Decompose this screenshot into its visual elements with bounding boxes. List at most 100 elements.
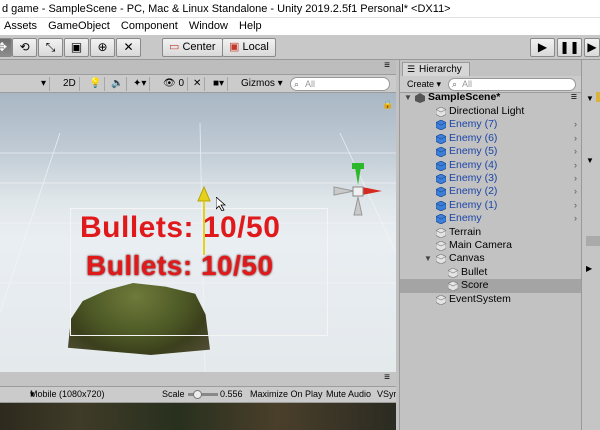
hierarchy-item[interactable]: Enemy (6) › bbox=[400, 132, 581, 145]
hierarchy-item[interactable]: EventSystem bbox=[400, 293, 581, 306]
hierarchy-search-input[interactable]: ⌕ All bbox=[448, 78, 576, 91]
audio-toggle[interactable]: 🔈 bbox=[108, 77, 128, 91]
mode-2d-toggle[interactable]: 2D bbox=[60, 77, 80, 91]
scene-root-row[interactable]: ▼ SampleScene* ≡ bbox=[400, 91, 581, 104]
prefab-cube-icon bbox=[436, 133, 446, 144]
mute-audio-toggle[interactable]: Mute Audio bbox=[326, 387, 371, 402]
hierarchy-item[interactable]: Main Camera bbox=[400, 239, 581, 252]
hierarchy-item[interactable]: Enemy › bbox=[400, 212, 581, 225]
rect-icon: ▣ bbox=[70, 40, 83, 54]
hierarchy-item[interactable]: Enemy (7) › bbox=[400, 118, 581, 131]
hierarchy-item-label: Directional Light bbox=[449, 105, 525, 117]
rect-tool-button[interactable]: ▣ bbox=[64, 38, 89, 57]
prefab-open-arrow-icon[interactable]: › bbox=[574, 212, 577, 225]
hierarchy-item-label: Enemy (6) bbox=[449, 131, 498, 144]
hierarchy-tab-label: Hierarchy bbox=[419, 64, 462, 75]
hidden-objects-toggle[interactable]: 👁 0 bbox=[160, 77, 189, 91]
pivot-center-button[interactable]: ▭ Center bbox=[162, 38, 223, 57]
space-local-label: Local bbox=[242, 41, 269, 53]
prefab-open-arrow-icon[interactable]: › bbox=[574, 159, 577, 172]
tab-hierarchy[interactable]: ☰ Hierarchy bbox=[402, 62, 470, 76]
hierarchy-item[interactable]: ▼ Canvas bbox=[400, 252, 581, 265]
resolution-label: Mobile (1080x720) bbox=[30, 389, 105, 399]
step-button[interactable]: ▶ bbox=[584, 38, 600, 57]
prefab-open-arrow-icon[interactable]: › bbox=[574, 172, 577, 185]
hierarchy-list-icon: ☰ bbox=[407, 64, 416, 74]
score-text-label: Bullets: 10/50 bbox=[86, 250, 274, 281]
effects-toggle[interactable]: ✦▾ bbox=[130, 77, 151, 91]
play-icon: ▶ bbox=[537, 40, 548, 54]
expand-triangle-icon[interactable]: ▼ bbox=[404, 91, 412, 104]
hierarchy-item[interactable]: Bullet bbox=[400, 266, 581, 279]
scene-lock-icon[interactable]: 🔒 bbox=[382, 99, 393, 110]
hierarchy-item-label: Enemy (5) bbox=[449, 145, 498, 158]
create-dropdown[interactable]: Create ▾ bbox=[404, 78, 444, 91]
hierarchy-item-label: Enemy (4) bbox=[449, 158, 498, 171]
scale-tool-button[interactable]: ⤡ bbox=[38, 38, 63, 57]
stats-toggle[interactable]: VSyr bbox=[377, 387, 396, 402]
custom-tool-button[interactable]: ✕ bbox=[116, 38, 141, 57]
project-arrow-icon-2[interactable]: ▶ bbox=[586, 264, 592, 273]
gameobject-cube-icon bbox=[436, 254, 446, 265]
scene-search-input[interactable]: ⌕ All bbox=[290, 77, 390, 91]
gizmos-label: Gizmos bbox=[241, 78, 275, 89]
speaker-icon: 🔈 bbox=[111, 78, 124, 89]
gizmos-dropdown[interactable]: Gizmos ▾ bbox=[238, 77, 286, 91]
rotate-tool-button[interactable]: ⟲ bbox=[12, 38, 37, 57]
prefab-open-arrow-icon[interactable]: › bbox=[574, 199, 577, 212]
hierarchy-item[interactable]: Terrain bbox=[400, 226, 581, 239]
hierarchy-item[interactable]: Enemy (4) › bbox=[400, 159, 581, 172]
hierarchy-item[interactable]: Score bbox=[400, 279, 581, 293]
menu-window[interactable]: Window bbox=[185, 18, 232, 35]
resolution-dropdown[interactable]: Mobile (1080x720) ▾ bbox=[30, 387, 105, 402]
camera-dropdown[interactable]: ■▾ bbox=[210, 77, 229, 91]
hierarchy-item-label: EventSystem bbox=[449, 292, 511, 305]
space-local-button[interactable]: ▣ Local bbox=[222, 38, 276, 57]
hidden-count: 0 bbox=[178, 78, 185, 89]
project-arrow-icon-1[interactable]: ▼ bbox=[586, 156, 594, 165]
menu-help[interactable]: Help bbox=[235, 18, 266, 35]
transform-icon: ⊕ bbox=[97, 40, 108, 54]
eye-icon: 👁 bbox=[163, 78, 176, 89]
scene-viewport[interactable]: Bullets: 10/50 Bullets: 10/50 🔒 bbox=[0, 93, 396, 372]
prefab-cube-icon bbox=[436, 160, 446, 171]
prefab-open-arrow-icon[interactable]: › bbox=[574, 185, 577, 198]
game-viewport[interactable] bbox=[0, 403, 396, 430]
transform-tool-button[interactable]: ⊕ bbox=[90, 38, 115, 57]
hierarchy-item[interactable]: Directional Light bbox=[400, 105, 581, 118]
scene-panel: ≡ ▾ 2D 💡 🔈 ✦▾ 👁 0 ✕ ■▾ Gizmos ▾ ⌕ All Bu… bbox=[0, 60, 396, 372]
panel-menu-icon[interactable]: ≡ bbox=[384, 60, 390, 71]
shading-dropdown[interactable]: ▾ bbox=[38, 77, 51, 91]
hierarchy-item[interactable]: Enemy (2) › bbox=[400, 185, 581, 198]
maximize-on-play-toggle[interactable]: Maximize On Play bbox=[250, 387, 323, 402]
hierarchy-item[interactable]: Enemy (5) › bbox=[400, 145, 581, 158]
move-tool-button[interactable]: ✥ bbox=[0, 38, 12, 57]
game-panel-menu-icon[interactable]: ≡ bbox=[384, 372, 390, 383]
prefab-cube-icon bbox=[436, 147, 446, 158]
prefab-open-arrow-icon[interactable]: › bbox=[574, 145, 577, 158]
hierarchy-item[interactable]: Enemy (3) › bbox=[400, 172, 581, 185]
prefab-open-arrow-icon[interactable]: › bbox=[574, 118, 577, 131]
grid-tools-button[interactable]: ✕ bbox=[190, 77, 206, 91]
menu-gameobject[interactable]: GameObject bbox=[44, 18, 114, 35]
move-handle-icon[interactable] bbox=[196, 185, 212, 255]
expand-triangle-icon[interactable]: ▼ bbox=[424, 252, 432, 265]
project-expand-triangle-icon[interactable]: ▼ bbox=[586, 94, 594, 103]
lighting-toggle[interactable]: 💡 bbox=[86, 77, 106, 91]
scale-slider-thumb[interactable] bbox=[193, 390, 202, 399]
menu-component[interactable]: Component bbox=[117, 18, 182, 35]
gameobject-cube-icon bbox=[436, 241, 446, 251]
scene-tab-strip: ≡ bbox=[0, 60, 396, 75]
prefab-cube-icon bbox=[436, 174, 446, 184]
prefab-open-arrow-icon[interactable]: › bbox=[574, 132, 577, 145]
hierarchy-item[interactable]: Enemy (1) › bbox=[400, 199, 581, 212]
project-scrollbar[interactable] bbox=[586, 236, 600, 246]
play-button[interactable]: ▶ bbox=[530, 38, 555, 57]
orientation-gizmo-icon[interactable] bbox=[330, 163, 384, 217]
scale-label: Scale bbox=[162, 389, 185, 399]
pause-button[interactable]: ❚❚ bbox=[557, 38, 582, 57]
hierarchy-search-placeholder: All bbox=[462, 79, 473, 89]
menu-assets[interactable]: Assets bbox=[0, 18, 41, 35]
scene-menu-icon[interactable]: ≡ bbox=[571, 91, 577, 104]
hierarchy-item-label: Enemy (7) bbox=[449, 118, 498, 131]
